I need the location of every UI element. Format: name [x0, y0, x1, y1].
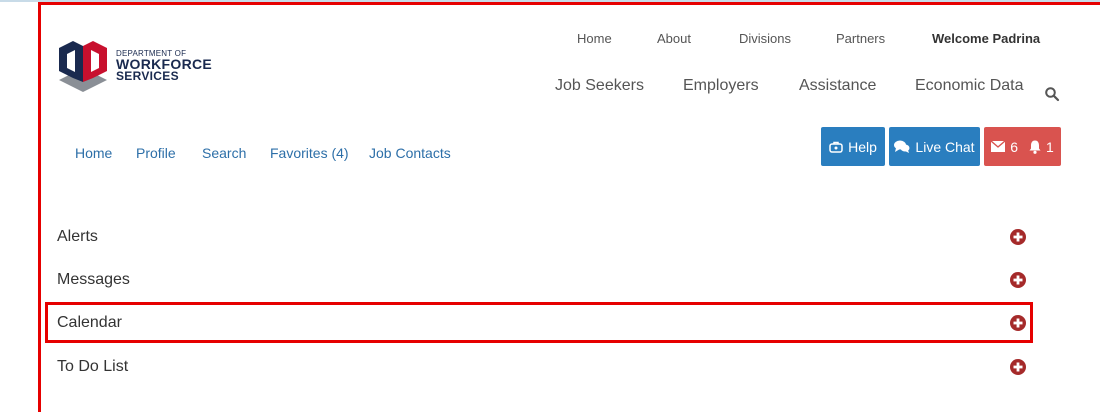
plus-circle-icon[interactable] [1010, 315, 1026, 331]
section-label-alerts: Alerts [57, 228, 98, 245]
notifications-button[interactable]: 6 1 [984, 127, 1061, 166]
sub-nav-home[interactable]: Home [75, 145, 112, 161]
search-icon[interactable] [1044, 86, 1060, 102]
welcome-user-link[interactable]: Welcome Padrina [932, 31, 1040, 46]
live-chat-button-label: Live Chat [915, 138, 975, 155]
plus-circle-icon[interactable] [1010, 359, 1026, 375]
envelope-icon [991, 141, 1006, 152]
live-chat-button[interactable]: Live Chat [889, 127, 980, 166]
top-strip [0, 0, 1100, 2]
section-label-todo: To Do List [57, 358, 129, 375]
main-nav-employers[interactable]: Employers [683, 77, 759, 95]
sub-nav-favorites[interactable]: Favorites (4) [270, 145, 349, 161]
main-nav-job-seekers[interactable]: Job Seekers [555, 77, 644, 95]
dws-logo[interactable]: DEPARTMENT OF WORKFORCE SERVICES [55, 32, 255, 92]
section-row-calendar[interactable]: Calendar [57, 303, 1032, 343]
sub-nav-search[interactable]: Search [202, 145, 246, 161]
sub-nav-job-contacts[interactable]: Job Contacts [369, 145, 451, 161]
util-nav-divisions[interactable]: Divisions [739, 31, 791, 46]
section-row-alerts[interactable]: Alerts [57, 217, 1032, 257]
section-row-messages[interactable]: Messages [57, 260, 1032, 300]
bell-icon [1029, 140, 1041, 154]
help-icon [829, 141, 843, 153]
help-button[interactable]: Help [821, 127, 885, 166]
dws-logo-mark [59, 41, 107, 92]
messages-count: 6 [1010, 138, 1018, 155]
util-nav-home[interactable]: Home [577, 31, 612, 46]
alerts-count: 1 [1046, 138, 1054, 155]
help-button-label: Help [848, 138, 877, 155]
main-nav-economic-data[interactable]: Economic Data [915, 77, 1024, 95]
util-nav-partners[interactable]: Partners [836, 31, 885, 46]
logo-services-text: SERVICES [116, 69, 179, 83]
main-nav-assistance[interactable]: Assistance [799, 77, 876, 95]
plus-circle-icon[interactable] [1010, 229, 1026, 245]
section-row-todo[interactable]: To Do List [57, 347, 1032, 387]
section-label-calendar: Calendar [57, 314, 122, 331]
util-nav-about[interactable]: About [657, 31, 691, 46]
section-label-messages: Messages [57, 271, 130, 288]
plus-circle-icon[interactable] [1010, 272, 1026, 288]
sub-nav-profile[interactable]: Profile [136, 145, 176, 161]
chat-icon [894, 140, 910, 153]
